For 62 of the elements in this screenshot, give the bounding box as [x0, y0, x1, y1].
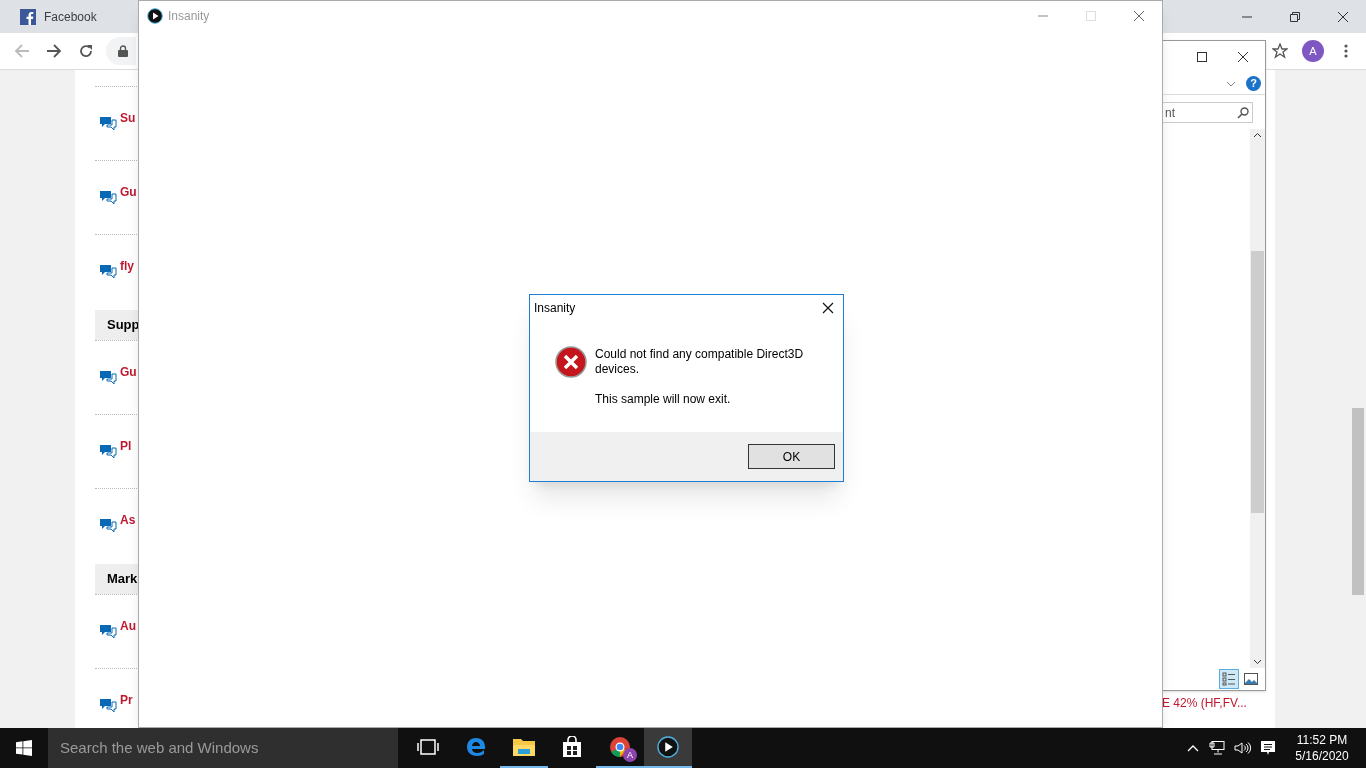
- scroll-down-icon[interactable]: [1253, 659, 1262, 665]
- maximize-icon[interactable]: [1197, 52, 1207, 62]
- error-message: Could not find any compatible Direct3D devices.: [595, 347, 805, 377]
- search-field[interactable]: nt: [1161, 102, 1253, 123]
- search-icon: [1237, 106, 1249, 119]
- star-icon[interactable]: [1272, 43, 1288, 59]
- dialog-title: Insanity: [534, 300, 576, 317]
- profile-avatar[interactable]: A: [1302, 40, 1324, 62]
- task-view-icon: [417, 739, 439, 755]
- folder-icon: [512, 737, 536, 757]
- profile-badge: A: [623, 748, 637, 762]
- chat-bubbles-icon: [99, 517, 117, 533]
- reload-icon[interactable]: [78, 43, 94, 59]
- topic-link[interactable]: Pl: [120, 437, 132, 455]
- windows-logo-icon: [16, 740, 32, 756]
- topic-link[interactable]: Su: [120, 109, 136, 127]
- taskbar-app-button[interactable]: [644, 728, 692, 768]
- topic-stats: E 42% (HF,FV...: [1162, 695, 1247, 712]
- chevron-up-icon[interactable]: [1187, 744, 1199, 752]
- edge-icon: [465, 736, 487, 758]
- close-icon[interactable]: [822, 302, 834, 314]
- chat-bubbles-icon: [99, 623, 117, 639]
- lock-icon: [118, 45, 128, 57]
- address-bar[interactable]: [106, 37, 136, 65]
- topic-link[interactable]: Pr: [120, 691, 133, 709]
- scrollbar-thumb[interactable]: [1352, 408, 1364, 595]
- play-circle-icon: [147, 8, 163, 24]
- list-view-toggle[interactable]: [1219, 669, 1239, 689]
- scrollbar-thumb[interactable]: [1251, 251, 1264, 513]
- taskbar-search-field[interactable]: Search the web and Windows: [48, 728, 398, 768]
- chevron-down-icon[interactable]: [1226, 80, 1236, 87]
- help-button[interactable]: ?: [1246, 76, 1261, 91]
- chat-bubbles-icon: [99, 443, 117, 459]
- topic-link[interactable]: Au: [120, 617, 136, 635]
- chat-bubbles-icon: [99, 263, 117, 279]
- play-circle-icon: [657, 736, 679, 758]
- exit-note: This sample will now exit.: [595, 392, 732, 407]
- window-title: Insanity: [168, 8, 210, 25]
- notification-icon[interactable]: [1260, 740, 1276, 756]
- shopping-bag-icon: [561, 736, 583, 758]
- ok-button[interactable]: OK: [748, 444, 835, 469]
- error-icon: [555, 346, 587, 378]
- topic-link[interactable]: As: [120, 511, 136, 529]
- chat-bubbles-icon: [99, 115, 117, 131]
- close-icon[interactable]: [1237, 51, 1249, 63]
- network-icon[interactable]: [1209, 741, 1225, 755]
- browser-tab[interactable]: Facebook: [0, 0, 138, 33]
- facebook-logo-icon: [20, 8, 36, 25]
- close-icon[interactable]: [1337, 10, 1349, 23]
- kebab-menu-icon[interactable]: [1344, 44, 1348, 58]
- chat-bubbles-icon: [99, 189, 117, 205]
- topic-link[interactable]: fly: [120, 257, 134, 275]
- chat-bubbles-icon: [99, 697, 117, 713]
- topic-link[interactable]: Gu: [120, 183, 137, 201]
- scrollbar[interactable]: [1250, 129, 1265, 668]
- clock[interactable]: 11:52 PM 5/16/2020: [1290, 732, 1354, 764]
- forward-arrow-icon[interactable]: [46, 43, 62, 59]
- chat-bubbles-icon: [99, 369, 117, 385]
- topic-link[interactable]: Gu: [120, 363, 137, 381]
- speaker-icon[interactable]: [1234, 741, 1251, 755]
- scroll-up-icon[interactable]: [1253, 132, 1262, 138]
- restore-icon[interactable]: [1289, 10, 1301, 23]
